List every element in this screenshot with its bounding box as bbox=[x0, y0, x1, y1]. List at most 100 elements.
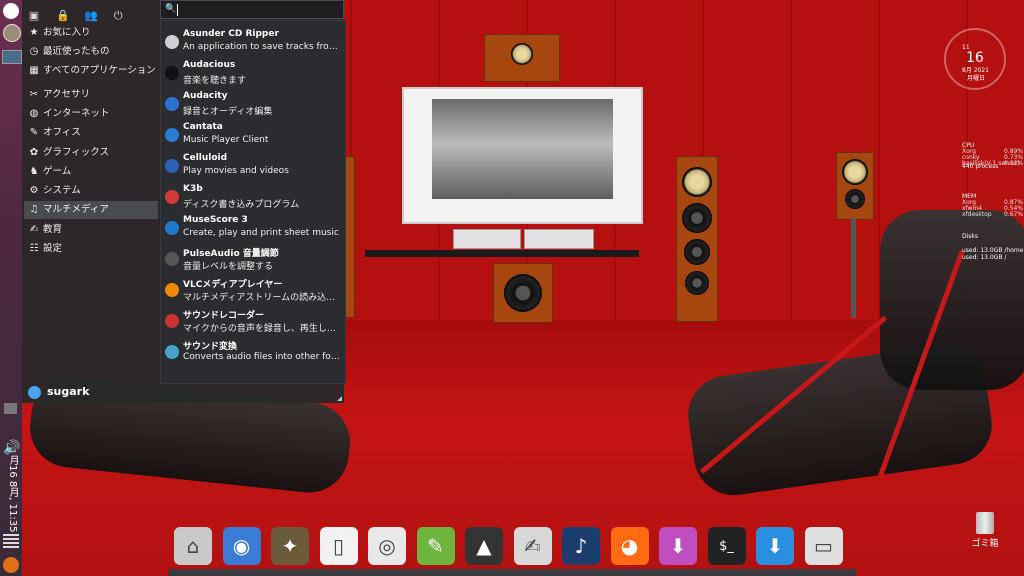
app-description: マイクからの音声を録音し、再生し… bbox=[183, 324, 336, 334]
app-name: MuseScore 3 bbox=[183, 215, 248, 225]
power-icon[interactable]: ⏻ bbox=[112, 10, 124, 22]
clock-day: 16 bbox=[966, 50, 984, 66]
category-item[interactable]: ♞ ゲーム bbox=[24, 163, 158, 181]
all-apps-icon: ▦ bbox=[29, 65, 39, 76]
trash-label: ゴミ箱 bbox=[971, 539, 999, 549]
volume-icon[interactable]: 🔊 bbox=[3, 440, 20, 456]
app-name: サウンドレコーダー bbox=[183, 311, 265, 321]
settings-icon[interactable]: ▣ bbox=[28, 10, 40, 22]
category-item[interactable]: ✿ グラフィックス bbox=[24, 144, 158, 162]
window-list-icon[interactable] bbox=[3, 534, 19, 550]
app-item[interactable]: MuseScore 3 Create, play and print sheet … bbox=[163, 213, 343, 243]
category-item[interactable]: ✂ アクセサリ bbox=[24, 86, 158, 104]
amplifier bbox=[453, 229, 521, 249]
category-item[interactable]: ⚙ システム bbox=[24, 182, 158, 200]
musescore-icon bbox=[165, 221, 179, 235]
clock-date: 8月 2021 bbox=[962, 67, 989, 74]
category-label: オフィス bbox=[43, 127, 81, 138]
lock-icon[interactable]: 🔒 bbox=[56, 10, 70, 22]
wallpaper-tv bbox=[402, 87, 643, 224]
speaker-right-tower bbox=[676, 156, 718, 322]
dock-scrollbar[interactable] bbox=[168, 569, 856, 576]
notes-icon[interactable]: ✍ bbox=[513, 527, 552, 565]
user-info: sugark bbox=[28, 385, 89, 399]
inkscape-icon[interactable]: ▲ bbox=[465, 527, 503, 565]
category-item[interactable]: ✎ オフィス bbox=[24, 124, 158, 142]
category-label: 教育 bbox=[43, 224, 63, 235]
center-speaker bbox=[484, 34, 560, 82]
left-panel: 🔊 月16 8月, 11:35 bbox=[0, 0, 22, 576]
app-item[interactable]: サウンドレコーダーマイクからの音声を録音し、再生し… bbox=[163, 306, 343, 336]
category-item[interactable]: ☷ 設定 bbox=[24, 240, 158, 258]
category-item[interactable]: ▦ すべてのアプリケーション bbox=[24, 62, 158, 80]
music-player-icon[interactable]: ♪ bbox=[562, 527, 600, 565]
whisker-menu-icon[interactable] bbox=[3, 3, 19, 19]
settings-icon: ☷ bbox=[29, 243, 39, 254]
category-item[interactable]: ◍ インターネット bbox=[24, 105, 158, 123]
app-item[interactable]: K3b ディスク書き込みプログラム bbox=[163, 182, 343, 212]
app-item[interactable]: Celluloid Play movies and videos bbox=[163, 151, 343, 181]
app-item[interactable]: サウンド変換 Converts audio files into other fo… bbox=[163, 337, 343, 367]
workspace-icon[interactable] bbox=[2, 50, 22, 64]
download-purple-icon[interactable]: ⬇ bbox=[659, 527, 697, 565]
text-caret bbox=[177, 4, 178, 16]
app-item[interactable]: Audacious 音楽を聴きます bbox=[163, 58, 343, 88]
trash-desktop-icon[interactable]: ゴミ箱 bbox=[970, 512, 1000, 549]
category-item[interactable]: ✍ 教育 bbox=[24, 221, 158, 239]
app-icon[interactable] bbox=[3, 24, 21, 42]
app-name: Celluloid bbox=[183, 153, 228, 163]
app-name: Audacious bbox=[183, 60, 236, 70]
gimp-icon[interactable]: ✦ bbox=[271, 527, 309, 565]
app-description: 音量レベルを調整する bbox=[183, 262, 274, 272]
audacity-icon bbox=[165, 97, 179, 111]
category-item[interactable]: ◷ 最近使ったもの bbox=[24, 43, 158, 61]
speaker-stand bbox=[851, 218, 856, 318]
app-item[interactable]: Asunder CD Ripper An application to save … bbox=[163, 27, 343, 57]
cd-icon bbox=[165, 35, 179, 49]
process-usage: 0.67% bbox=[1004, 211, 1024, 218]
wallpaper-shelf bbox=[365, 250, 639, 257]
app-description: Play movies and videos bbox=[183, 166, 289, 176]
disk-root: used: 13.0GB / bbox=[962, 254, 1007, 261]
text-editor-icon[interactable]: ▯ bbox=[319, 527, 358, 565]
panel-clock[interactable]: 月16 8月, 11:35 bbox=[3, 455, 18, 532]
cpu-process-count: 440 process bbox=[962, 163, 999, 170]
category-label: マルチメディア bbox=[43, 204, 109, 215]
search-input[interactable]: 🔍 bbox=[160, 0, 344, 19]
office-icon: ✎ bbox=[29, 127, 39, 138]
home-folder-icon[interactable]: ⌂ bbox=[174, 527, 212, 565]
internet-icon: ◍ bbox=[29, 108, 39, 119]
multimedia-icon: ♫ bbox=[29, 204, 39, 215]
app-description: Converts audio files into other for… bbox=[183, 352, 341, 362]
category-label: アクセサリ bbox=[43, 89, 91, 100]
resize-handle[interactable] bbox=[337, 396, 342, 401]
audacious-icon bbox=[165, 66, 179, 80]
games-icon: ♞ bbox=[29, 166, 39, 177]
k3b-disc-icon[interactable]: ◎ bbox=[368, 527, 406, 565]
category-item[interactable]: ★ お気に入り bbox=[24, 24, 158, 42]
terminal-icon[interactable]: $_ bbox=[707, 527, 746, 565]
star-icon: ★ bbox=[29, 27, 39, 38]
firefox-icon[interactable]: ◕ bbox=[610, 527, 649, 565]
category-label: グラフィックス bbox=[43, 147, 110, 158]
screenshot-icon[interactable]: ▭ bbox=[804, 527, 843, 565]
app-description: 録音とオーディオ編集 bbox=[183, 107, 273, 117]
download-blue-icon[interactable]: ⬇ bbox=[756, 527, 794, 565]
k3b-icon bbox=[165, 190, 179, 204]
app-item[interactable]: VLCメディアプレイヤー マルチメディアストリームの読み込… bbox=[163, 275, 343, 305]
leafpad-icon[interactable]: ✎ bbox=[416, 527, 455, 565]
app-name: Asunder CD Ripper bbox=[183, 29, 279, 39]
category-label: 設定 bbox=[43, 243, 63, 254]
logout-icon[interactable] bbox=[3, 557, 19, 573]
switch-user-icon[interactable]: 👥 bbox=[84, 10, 98, 22]
app-description: An application to save tracks from… bbox=[183, 42, 341, 52]
app-item[interactable]: Audacity 録音とオーディオ編集 bbox=[163, 89, 343, 119]
cantata-icon bbox=[165, 128, 179, 142]
notes-panel-icon[interactable] bbox=[4, 403, 17, 414]
app-item[interactable]: PulseAudio 音量調節 音量レベルを調整する bbox=[163, 244, 343, 274]
category-item[interactable]: ♫ マルチメディア bbox=[24, 201, 158, 219]
application-menu: ▣ 🔒 👥 ⏻ ★ お気に入り ◷ 最近使ったもの ▦ すべてのアプリケーション ✂ アクセサ… bbox=[22, 0, 346, 403]
app-item[interactable]: Cantata Music Player Client bbox=[163, 120, 343, 150]
chromium-icon[interactable]: ◉ bbox=[222, 527, 261, 565]
app-description: Music Player Client bbox=[183, 135, 269, 145]
